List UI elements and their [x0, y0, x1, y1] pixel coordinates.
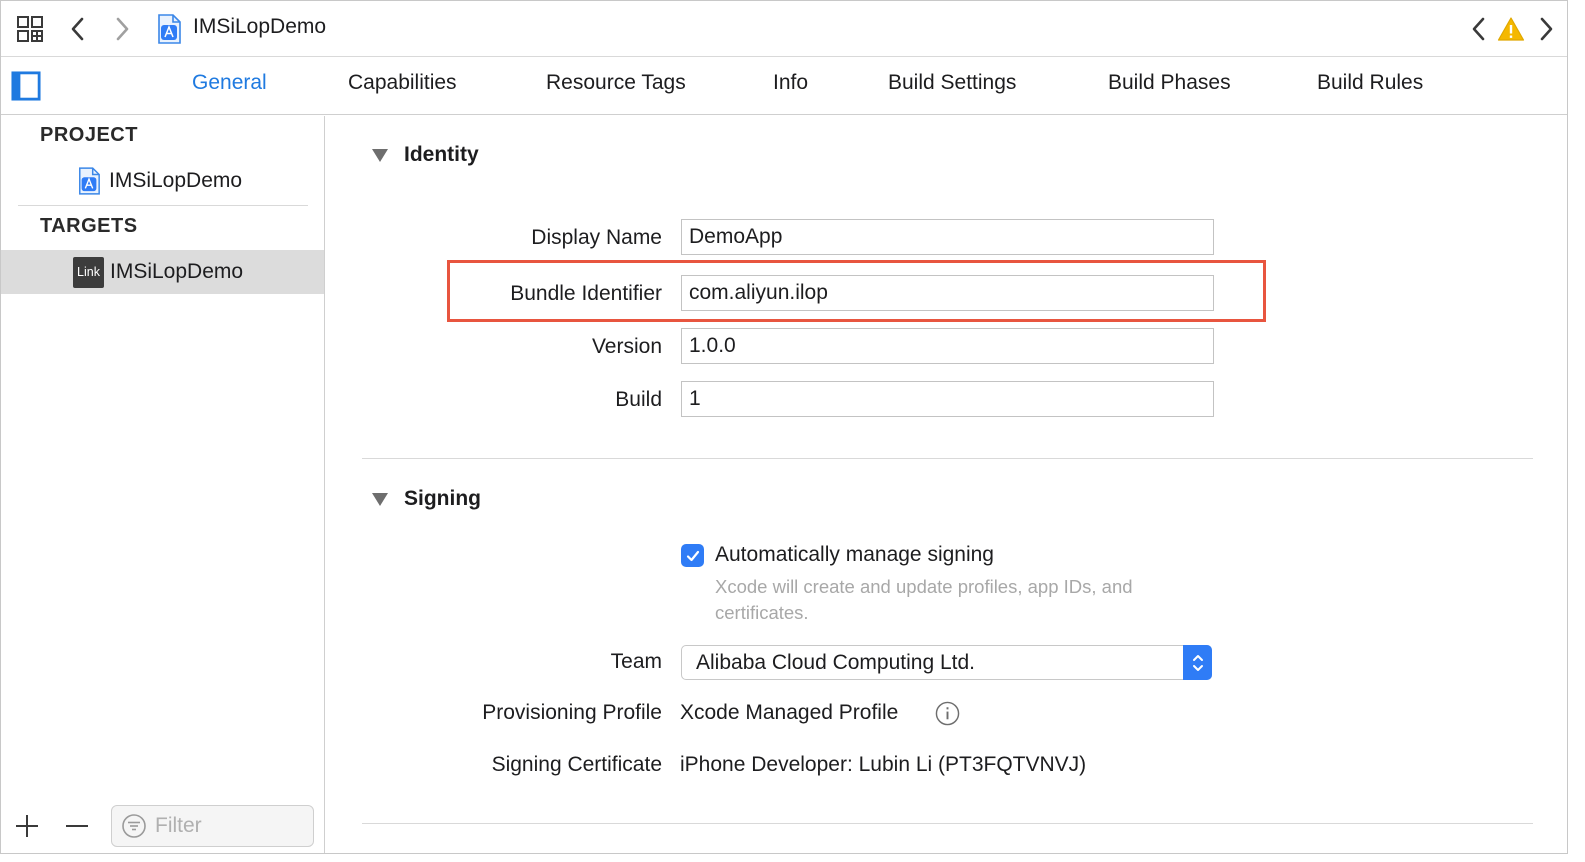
filter-placeholder: Filter	[155, 814, 202, 837]
version-field[interactable]	[681, 328, 1214, 364]
tab-build-settings[interactable]: Build Settings	[888, 71, 1016, 95]
bundle-identifier-label: Bundle Identifier	[510, 282, 662, 305]
auto-manage-signing-label[interactable]: Automatically manage signing	[715, 543, 994, 567]
team-label: Team	[610, 650, 662, 673]
auto-manage-signing-help: Xcode will create and update profiles, a…	[715, 576, 1133, 623]
title-bar: IMSiLopDemo	[1, 1, 1567, 57]
forward-chevron-icon[interactable]	[107, 14, 137, 44]
build-label: Build	[615, 388, 662, 411]
section-divider	[362, 823, 1533, 824]
targets-header: TARGETS	[40, 215, 138, 237]
editor-tab-bar: General Capabilities Resource Tags Info …	[1, 57, 1567, 115]
back-chevron-icon[interactable]	[63, 14, 93, 44]
sidebar-item-label: IMSiLopDemo	[110, 260, 244, 283]
provisioning-profile-label: Provisioning Profile	[482, 701, 662, 724]
tab-resource-tags[interactable]: Resource Tags	[546, 71, 686, 95]
section-divider	[362, 458, 1533, 459]
build-field[interactable]	[681, 381, 1214, 417]
sidebar-toggle-icon[interactable]	[11, 71, 41, 101]
filter-icon	[122, 814, 146, 838]
team-select[interactable]: Alibaba Cloud Computing Ltd.	[681, 645, 1212, 680]
signing-certificate-label: Signing Certificate	[491, 753, 662, 776]
tab-build-rules[interactable]: Build Rules	[1317, 71, 1423, 95]
section-title: Identity	[404, 143, 479, 166]
disclosure-triangle-icon	[372, 149, 388, 162]
disclosure-triangle-icon	[372, 493, 388, 506]
xcode-window: IMSiLopDemo General Capabilities Resourc…	[0, 0, 1568, 854]
tab-capabilities[interactable]: Capabilities	[348, 71, 457, 95]
sidebar-item-label: IMSiLopDemo	[109, 169, 243, 192]
filter-input[interactable]: Filter	[111, 805, 314, 847]
section-title: Signing	[404, 487, 481, 510]
auto-manage-signing-checkbox[interactable]	[681, 544, 704, 567]
project-file-icon	[79, 167, 100, 195]
tab-build-phases[interactable]: Build Phases	[1108, 71, 1231, 95]
version-label: Version	[591, 335, 662, 358]
tab-general[interactable]: General	[192, 71, 267, 95]
project-navigator: PROJECT IMSiLopDemo TARGETS Link IMSiLop…	[1, 116, 325, 853]
team-select-value: Alibaba Cloud Computing Ltd.	[696, 651, 976, 674]
remove-icon[interactable]	[62, 811, 92, 841]
info-icon[interactable]	[935, 701, 960, 726]
bundle-identifier-field[interactable]	[681, 275, 1214, 311]
target-icon-text: Link	[77, 265, 100, 279]
display-name-label: Display Name	[531, 226, 662, 249]
identity-section-header[interactable]: Identity	[371, 143, 479, 167]
window-title: IMSiLopDemo	[193, 15, 327, 38]
signing-section-header[interactable]: Signing	[371, 487, 481, 511]
checkmark-icon	[686, 550, 699, 561]
sidebar-item-project[interactable]: IMSiLopDemo	[1, 159, 324, 203]
issue-prev-icon[interactable]	[1464, 14, 1494, 44]
sidebar-divider	[18, 205, 308, 206]
general-settings-pane: Identity Display Name Bundle Identifier …	[326, 116, 1567, 853]
issue-next-icon[interactable]	[1531, 14, 1561, 44]
target-app-icon: Link	[73, 256, 104, 288]
project-header: PROJECT	[40, 124, 138, 146]
signing-certificate-value: iPhone Developer: Lubin Li (PT3FQTVNVJ)	[680, 753, 1087, 776]
select-arrows-icon	[1183, 645, 1212, 680]
display-name-field[interactable]	[681, 219, 1214, 255]
warning-icon[interactable]	[1496, 14, 1526, 44]
tab-info[interactable]: Info	[773, 71, 808, 95]
project-file-icon	[154, 14, 184, 44]
sidebar-item-target[interactable]: Link IMSiLopDemo	[1, 250, 324, 294]
add-icon[interactable]	[12, 811, 42, 841]
provisioning-profile-value: Xcode Managed Profile	[680, 701, 899, 724]
grid-icon[interactable]	[15, 14, 45, 44]
